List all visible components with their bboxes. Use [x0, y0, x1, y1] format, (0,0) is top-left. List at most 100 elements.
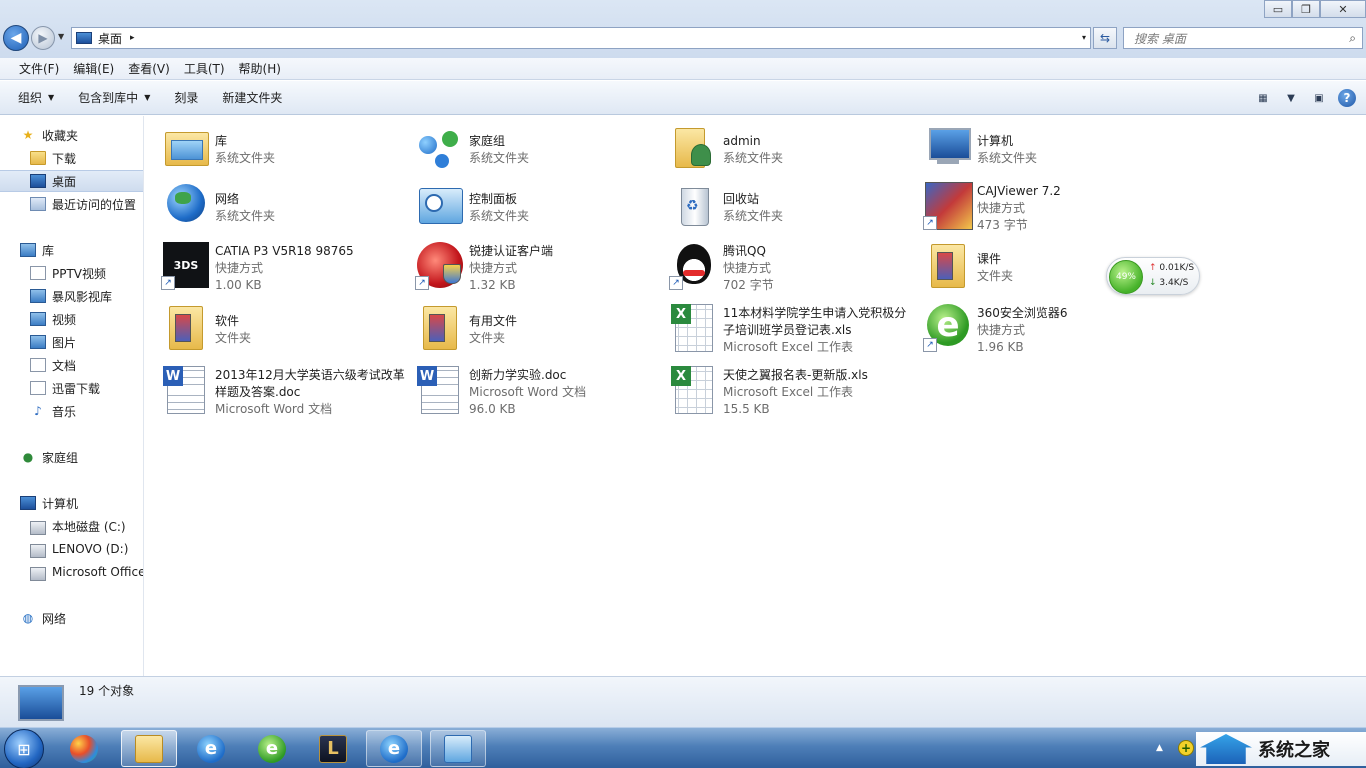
- maximize-button[interactable]: ❐: [1292, 0, 1320, 18]
- nav-videos[interactable]: 视频: [0, 308, 143, 330]
- view-options-chevron-icon[interactable]: ▼: [1282, 89, 1300, 107]
- nav-baofeng[interactable]: 暴风影视库: [0, 285, 143, 307]
- taskbar: ⊞ e e L e ▲ + 系统之家: [0, 727, 1366, 768]
- nav-computer[interactable]: 计算机: [0, 492, 143, 514]
- preview-pane-icon[interactable]: ▣: [1310, 89, 1328, 107]
- show-hidden-icons-icon[interactable]: ▲: [1156, 743, 1163, 753]
- nav-music[interactable]: ♪ 音乐: [0, 400, 143, 422]
- breadcrumb-separator-icon[interactable]: ▸: [130, 33, 135, 43]
- taskbar-ie-open[interactable]: e: [366, 730, 422, 767]
- burn-button[interactable]: 刻录: [166, 89, 206, 106]
- nav-pictures[interactable]: 图片: [0, 331, 143, 353]
- taskbar-ie[interactable]: e: [183, 730, 239, 767]
- item-software-folder[interactable]: 软件 文件夹: [161, 302, 415, 358]
- item-ruijie-client[interactable]: ↗ 锐捷认证客户端 快捷方式 1.32 KB: [415, 240, 669, 296]
- nav-label: 迅雷下载: [52, 381, 101, 396]
- item-size: 1.00 KB: [215, 277, 262, 292]
- item-control-panel[interactable]: 控制面板 系统文件夹: [415, 180, 669, 236]
- item-name: 360安全浏览器6: [977, 305, 1068, 320]
- refresh-button[interactable]: ⇆: [1093, 27, 1117, 49]
- new-folder-button[interactable]: 新建文件夹: [214, 89, 290, 106]
- taskbar-explorer[interactable]: [121, 730, 177, 767]
- taskbar-control-panel[interactable]: [430, 730, 486, 767]
- organize-button[interactable]: 组织 ▼: [10, 89, 62, 106]
- item-computer[interactable]: 计算机 系统文件夹: [923, 122, 1177, 178]
- network-icon: ◍: [22, 611, 34, 625]
- nav-drive-d[interactable]: LENOVO (D:): [0, 538, 143, 560]
- nav-homegroup[interactable]: ● 家庭组: [0, 446, 143, 468]
- nav-favorites[interactable]: ★ 收藏夹: [0, 124, 143, 146]
- user-folder-icon: [669, 122, 719, 172]
- search-box[interactable]: 搜索 桌面 ⌕: [1123, 27, 1363, 49]
- cajviewer-icon: ↗: [923, 180, 973, 230]
- desktop-icon: [76, 32, 92, 44]
- nav-drive-c[interactable]: 本地磁盘 (C:): [0, 515, 143, 537]
- search-icon[interactable]: ⌕: [1349, 31, 1356, 46]
- item-mechanics-doc[interactable]: 创新力学实验.doc Microsoft Word 文档 96.0 KB: [415, 364, 669, 420]
- forward-button[interactable]: ▶: [31, 26, 55, 50]
- taskbar-app-store[interactable]: [56, 730, 112, 767]
- item-qq[interactable]: ↗ 腾讯QQ 快捷方式 702 字节: [669, 240, 923, 296]
- taskbar-360-browser[interactable]: e: [244, 730, 300, 767]
- nav-libraries[interactable]: 库: [0, 239, 143, 261]
- nav-network[interactable]: ◍ 网络: [0, 607, 143, 629]
- word-file-icon: [415, 364, 465, 414]
- nav-documents[interactable]: 文档: [0, 354, 143, 376]
- change-view-icon[interactable]: ▦: [1254, 89, 1272, 107]
- item-cet6-doc[interactable]: 2013年12月大学英语六级考试改革样题及答案.doc Microsoft Wor…: [161, 364, 415, 420]
- nav-label: 计算机: [42, 496, 79, 511]
- search-input[interactable]: 搜索 桌面: [1134, 30, 1186, 47]
- item-size: 15.5 KB: [723, 401, 770, 416]
- minimize-button[interactable]: ▭: [1264, 0, 1292, 18]
- recent-pages-dropdown[interactable]: ▼: [58, 32, 64, 41]
- recycle-bin-icon: [669, 180, 719, 230]
- item-admin[interactable]: admin 系统文件夹: [669, 122, 923, 178]
- upload-arrow-icon: ↑: [1149, 263, 1157, 273]
- library-icon: [20, 243, 36, 257]
- menu-help[interactable]: 帮助(H): [232, 60, 288, 77]
- documents-library-icon: [30, 358, 46, 372]
- address-dropdown-icon[interactable]: ▾: [1082, 33, 1086, 42]
- details-pane: 19 个对象: [0, 676, 1366, 727]
- nav-pptv[interactable]: PPTV视频: [0, 262, 143, 284]
- league-of-legends-icon: L: [319, 734, 347, 763]
- back-button[interactable]: ◀: [3, 25, 29, 51]
- item-homegroup[interactable]: 家庭组 系统文件夹: [415, 122, 669, 178]
- nav-desktop[interactable]: 桌面: [0, 170, 143, 192]
- nav-downloads[interactable]: 下载: [0, 147, 143, 169]
- item-library[interactable]: 库系统文件夹: [161, 122, 415, 178]
- nav-label: 图片: [52, 335, 77, 350]
- start-button[interactable]: ⊞: [4, 729, 44, 768]
- nav-recent-places[interactable]: 最近访问的位置: [0, 193, 143, 215]
- tray-plus-icon[interactable]: +: [1178, 740, 1194, 756]
- control-panel-icon: [444, 734, 472, 763]
- 360-browser-icon: ↗: [923, 302, 973, 352]
- menu-file[interactable]: 文件(F): [12, 60, 66, 77]
- item-cajviewer[interactable]: ↗ CAJViewer 7.2 快捷方式 473 字节: [923, 180, 1177, 236]
- item-angel-wings-xls[interactable]: 天使之翼报名表-更新版.xls Microsoft Excel 工作表 15.5 K…: [669, 364, 923, 420]
- menu-view[interactable]: 查看(V): [121, 60, 177, 77]
- menu-tools[interactable]: 工具(T): [177, 60, 232, 77]
- breadcrumb-desktop[interactable]: 桌面: [98, 30, 122, 47]
- item-party-training-xls[interactable]: 11本材料学院学生申请入党积极分子培训班学员登记表.xls Microsoft E…: [669, 302, 923, 358]
- computer-icon: [20, 496, 36, 510]
- item-useful-files-folder[interactable]: 有用文件 文件夹: [415, 302, 669, 358]
- item-network[interactable]: 网络 系统文件夹: [161, 180, 415, 236]
- item-size: 473 字节: [977, 217, 1028, 232]
- item-360-browser[interactable]: ↗ 360安全浏览器6 快捷方式 1.96 KB: [923, 302, 1177, 358]
- nav-thunder[interactable]: 迅雷下载: [0, 377, 143, 399]
- close-button[interactable]: ✕: [1320, 0, 1366, 18]
- item-catia[interactable]: ↗ CATIA P3 V5R18 98765 快捷方式 1.00 KB: [161, 240, 415, 296]
- folder-icon: [415, 302, 465, 352]
- network-speed-widget[interactable]: 49% ↑ 0.01K/S ↓ 3.4K/S: [1106, 257, 1200, 295]
- help-icon[interactable]: ?: [1338, 89, 1356, 107]
- address-bar[interactable]: 桌面 ▸ ▾: [71, 27, 1091, 49]
- item-recycle-bin[interactable]: 回收站系统文件夹: [669, 180, 923, 236]
- nav-drive-office[interactable]: Microsoft Office: [0, 561, 143, 583]
- upload-speed: ↑ 0.01K/S: [1149, 263, 1194, 273]
- menu-edit[interactable]: 编辑(E): [66, 60, 121, 77]
- taskbar-lol[interactable]: L: [305, 730, 361, 767]
- include-in-library-button[interactable]: 包含到库中 ▼: [70, 89, 158, 106]
- item-type: 系统文件夹: [215, 151, 276, 165]
- shortcut-arrow-icon: ↗: [923, 338, 937, 352]
